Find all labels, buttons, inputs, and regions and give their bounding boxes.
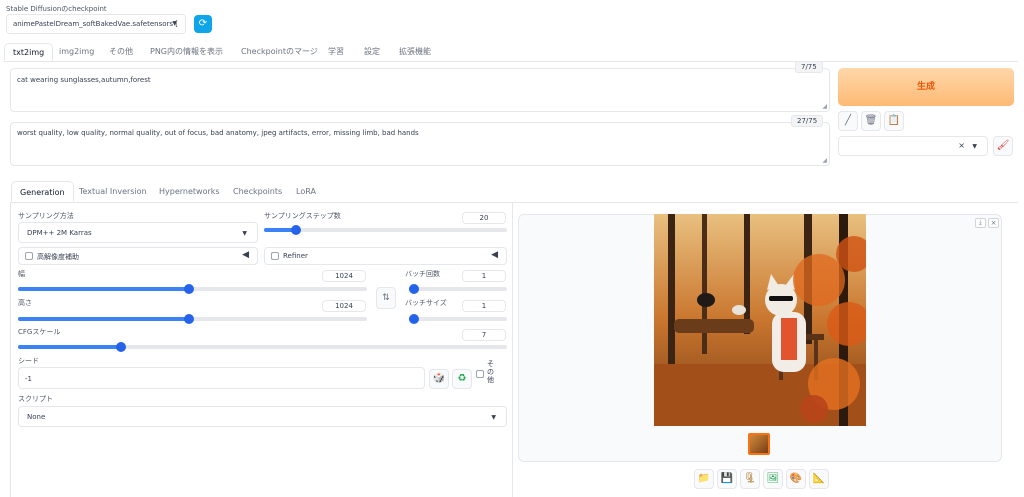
batch-size-label: バッチサイズ (405, 299, 447, 307)
script-select[interactable]: None ▼ (18, 406, 507, 427)
seed-extra-checkbox[interactable] (476, 370, 484, 378)
pencil-icon: ╱ (844, 115, 852, 126)
sampling-method-label: サンプリング方法 (18, 212, 74, 220)
refiner-label: Refiner (283, 252, 308, 260)
sampling-steps-slider[interactable] (264, 225, 507, 235)
checkpoint-value: animePastelDream_softBakedVae.safetensor… (13, 20, 178, 28)
cfg-scale-label: CFGスケール (18, 328, 61, 336)
sampling-method-value: DPM++ 2M Karras (27, 229, 92, 237)
prompt-token-counter: 7/75 (795, 61, 823, 73)
tab-checkpoints[interactable]: Checkpoints (233, 181, 282, 202)
tab-checkpoint-merger[interactable]: Checkpointのマージ (241, 43, 318, 61)
random-seed-button[interactable]: 🎲 (429, 369, 449, 389)
negative-prompt-text: worst quality, low quality, normal quali… (17, 129, 419, 137)
refiner-checkbox[interactable] (271, 252, 279, 260)
clear-icon[interactable]: × (958, 141, 965, 150)
height-label: 高さ (18, 299, 32, 307)
width-slider[interactable] (18, 284, 367, 294)
batch-count-input[interactable]: 1 (462, 270, 506, 282)
tab-png-info[interactable]: PNG内の情報を表示 (150, 43, 223, 61)
height-input[interactable]: 1024 (322, 300, 366, 312)
refresh-icon[interactable]: ⟳ (194, 15, 212, 33)
seed-value: -1 (25, 375, 32, 383)
chevron-down-icon: ▼ (972, 143, 977, 150)
seed-label: シード (18, 357, 39, 365)
batch-count-label: バッチ回数 (405, 270, 440, 278)
send-to-extras-icon: 📐 (812, 473, 826, 484)
edit-styles-button[interactable]: 🖌 (993, 136, 1013, 156)
gallery-thumbnail[interactable] (748, 433, 770, 455)
hires-fix-label: 高解像度補助 (37, 253, 79, 261)
send-to-inpaint-button[interactable]: 🎨 (786, 469, 806, 489)
read-params-button[interactable]: ╱ (838, 111, 858, 131)
collapse-arrow-icon[interactable]: ◀ (491, 250, 498, 260)
save-icon: 💾 (720, 473, 734, 484)
script-label: スクリプト (18, 395, 53, 403)
tab-settings[interactable]: 設定 (364, 43, 380, 61)
batch-count-slider[interactable] (409, 284, 507, 294)
paintbrush-icon: 🖌 (996, 140, 1010, 151)
trash-icon: 🗑 (864, 115, 878, 126)
send-to-inpaint-icon: 🎨 (789, 473, 803, 484)
chevron-down-icon: ▼ (491, 414, 496, 421)
seed-input[interactable]: -1 (18, 367, 425, 389)
swap-dimensions-button[interactable]: ⇅ (376, 287, 396, 309)
send-to-extras-button[interactable]: 📐 (809, 469, 829, 489)
negative-prompt-textarea[interactable]: worst quality, low quality, normal quali… (10, 122, 830, 166)
download-icon[interactable]: ⤓ (975, 218, 986, 228)
refiner-accordion[interactable]: Refiner ◀ (264, 247, 507, 265)
reuse-seed-button[interactable]: ♻ (452, 369, 472, 389)
apply-style-button[interactable]: 📋 (884, 111, 904, 131)
resize-handle-icon[interactable]: ◢ (822, 157, 827, 164)
dice-icon: 🎲 (432, 373, 446, 384)
tab-generation[interactable]: Generation (11, 181, 74, 202)
chevron-down-icon: ▼ (242, 230, 247, 237)
batch-size-slider[interactable] (409, 314, 507, 324)
close-icon[interactable]: × (988, 218, 999, 228)
save-button[interactable]: 💾 (717, 469, 737, 489)
prompt-text: cat wearing sunglasses,autumn,forest (17, 76, 151, 84)
swap-icon: ⇅ (382, 293, 390, 303)
send-to-img2img-button[interactable]: 🖼 (763, 469, 783, 489)
height-slider[interactable] (18, 314, 367, 324)
width-input[interactable]: 1024 (322, 270, 366, 282)
sampling-method-select[interactable]: DPM++ 2M Karras ▼ (18, 222, 258, 243)
tab-extensions[interactable]: 拡張機能 (399, 43, 431, 61)
resize-handle-icon[interactable]: ◢ (822, 103, 827, 110)
checkpoint-select[interactable]: animePastelDream_softBakedVae.safetensor… (6, 14, 186, 34)
batch-size-input[interactable]: 1 (462, 300, 506, 312)
tab-lora[interactable]: LoRA (296, 181, 316, 202)
generated-image[interactable] (654, 214, 866, 426)
tab-extras[interactable]: その他 (109, 43, 133, 61)
zip-icon: 🗜 (743, 473, 757, 484)
tab-img2img[interactable]: img2img (59, 43, 94, 61)
sampling-steps-label: サンプリングステップ数 (264, 212, 341, 220)
clipboard-icon: 📋 (887, 115, 901, 126)
chevron-down-icon: ▼ (172, 20, 177, 27)
styles-select[interactable]: × ▼ (838, 136, 988, 156)
tab-train[interactable]: 学習 (328, 43, 344, 61)
tab-hypernetworks[interactable]: Hypernetworks (159, 181, 220, 202)
tab-txt2img[interactable]: txt2img (4, 43, 54, 61)
cfg-scale-input[interactable]: 7 (462, 329, 506, 341)
clear-prompt-button[interactable]: 🗑 (861, 111, 881, 131)
recycle-icon: ♻ (457, 373, 467, 384)
seed-extra-label: その他 (487, 360, 494, 384)
zip-button[interactable]: 🗜 (740, 469, 760, 489)
sampling-steps-input[interactable]: 20 (462, 212, 506, 224)
width-label: 幅 (18, 270, 25, 278)
negative-prompt-token-counter: 27/75 (791, 115, 824, 127)
generate-button[interactable]: 生成 (838, 68, 1014, 106)
checkpoint-label: Stable Diffusionのcheckpoint (6, 5, 107, 13)
cfg-scale-slider[interactable] (18, 342, 507, 352)
hires-fix-accordion[interactable]: 高解像度補助 ◀ (18, 247, 258, 265)
send-to-img2img-icon: 🖼 (766, 473, 780, 484)
hires-fix-checkbox[interactable] (25, 252, 33, 260)
prompt-textarea[interactable]: cat wearing sunglasses,autumn,forest ◢ (10, 68, 830, 112)
folder-icon: 📁 (697, 473, 711, 484)
script-value: None (27, 413, 46, 421)
collapse-arrow-icon[interactable]: ◀ (242, 250, 249, 260)
tab-textual-inversion[interactable]: Textual Inversion (79, 181, 147, 202)
open-folder-button[interactable]: 📁 (694, 469, 714, 489)
